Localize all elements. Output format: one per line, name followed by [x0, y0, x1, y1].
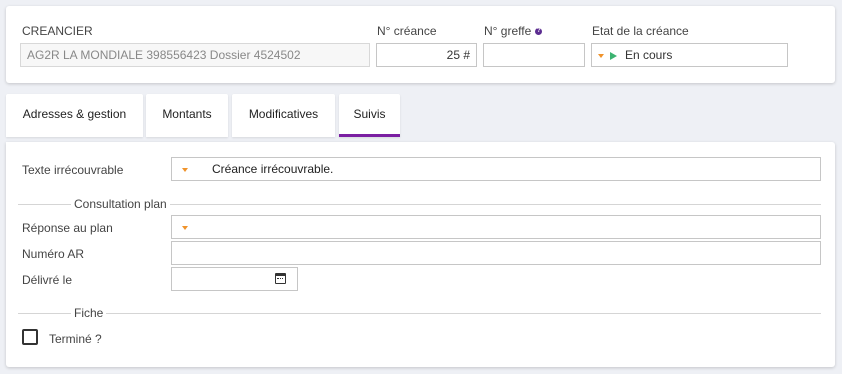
- help-icon[interactable]: ?: [535, 28, 543, 36]
- numero-ar-label: Numéro AR: [22, 247, 85, 261]
- tab-suivis[interactable]: Suivis: [339, 94, 400, 137]
- termine-label: Terminé ?: [49, 332, 102, 346]
- consultation-plan-heading: Consultation plan: [71, 197, 170, 211]
- texte-irrecouvrable-label: Texte irrécouvrable: [22, 163, 124, 177]
- texte-irrecouvrable-value: Créance irrécouvrable.: [212, 162, 334, 176]
- dropdown-caret-icon: [182, 225, 188, 230]
- numero-creance-label: N° créance: [377, 24, 437, 38]
- fiche-divider: [18, 313, 821, 314]
- texte-irrecouvrable-select[interactable]: Créance irrécouvrable.: [171, 157, 821, 181]
- reponse-plan-select[interactable]: [171, 215, 821, 239]
- tab-modificatives[interactable]: Modificatives: [232, 94, 335, 137]
- delivre-le-label: Délivré le: [22, 273, 73, 287]
- creancier-header-card: CREANCIER AG2R LA MONDIALE 398556423 Dos…: [6, 6, 835, 83]
- suivis-panel: Texte irrécouvrable Créance irrécouvrabl…: [6, 142, 835, 367]
- numero-ar-field[interactable]: [171, 241, 821, 265]
- reponse-plan-label: Réponse au plan: [22, 221, 113, 235]
- tab-adresses-gestion[interactable]: Adresses & gestion: [6, 94, 143, 137]
- dropdown-caret-icon: [182, 167, 188, 172]
- numero-greffe-label-wrap: N° greffe?: [484, 24, 543, 38]
- numero-greffe-label: N° greffe: [484, 24, 532, 38]
- dropdown-caret-icon: [598, 53, 604, 58]
- termine-checkbox[interactable]: [22, 329, 38, 345]
- creancier-field: AG2R LA MONDIALE 398556423 Dossier 45245…: [20, 43, 370, 67]
- creancier-label: CREANCIER: [22, 24, 93, 38]
- tab-montants[interactable]: Montants: [146, 94, 228, 137]
- fiche-heading: Fiche: [71, 306, 107, 320]
- etat-creance-select[interactable]: En cours: [591, 43, 788, 67]
- calendar-icon[interactable]: [275, 273, 286, 284]
- status-play-icon: [610, 51, 617, 60]
- etat-creance-value: En cours: [625, 48, 673, 62]
- numero-greffe-field[interactable]: [483, 43, 585, 67]
- etat-creance-label: Etat de la créance: [592, 24, 689, 38]
- numero-creance-field[interactable]: 25 #: [376, 43, 477, 67]
